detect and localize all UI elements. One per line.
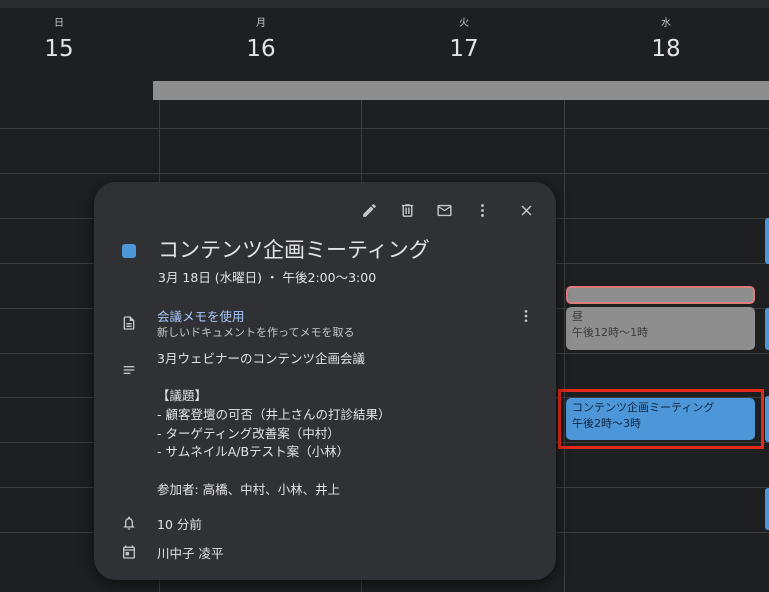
event-chip-edge[interactable] xyxy=(765,218,769,264)
top-strip xyxy=(0,0,769,8)
more-vert-icon xyxy=(524,310,528,322)
meeting-notes-subtitle: 新しいドキュメントを作ってメモを取る xyxy=(157,326,355,339)
day-header-tue[interactable]: 火 17 xyxy=(404,14,524,64)
description-line: - 顧客登壇の可否（井上さんの打診結果） xyxy=(157,407,391,423)
all-day-event-bar[interactable] xyxy=(153,81,769,100)
description-line xyxy=(157,462,391,481)
event-title: コンテンツ企画ミーティング xyxy=(158,238,430,262)
event-chip-untitled[interactable] xyxy=(566,286,755,304)
grid-line xyxy=(0,173,769,174)
document-icon xyxy=(120,314,138,332)
day-number[interactable]: 16 xyxy=(201,34,321,64)
day-of-week: 月 xyxy=(256,18,266,29)
email-guests-button[interactable] xyxy=(432,198,456,222)
day-of-week: 日 xyxy=(54,18,64,29)
day-number[interactable]: 17 xyxy=(404,34,524,64)
event-description: 3月ウェビナーのコンテンツ企画会議 【議題】 - 顧客登壇の可否（井上さんの打診… xyxy=(157,350,391,500)
description-line: 【議題】 xyxy=(157,388,208,404)
grid-column-line xyxy=(564,100,565,592)
mail-icon xyxy=(436,204,452,216)
more-options-button[interactable] xyxy=(470,198,494,222)
day-header-mon[interactable]: 月 16 xyxy=(201,14,321,64)
calendar-icon xyxy=(120,543,138,561)
description-line: 参加者: 高橋、中村、小林、井上 xyxy=(157,481,341,497)
day-of-week: 火 xyxy=(459,18,469,29)
event-chip-edge[interactable] xyxy=(765,308,769,350)
use-meeting-notes-link[interactable]: 会議メモを使用 xyxy=(157,306,245,325)
day-number[interactable]: 18 xyxy=(606,34,726,64)
day-of-week: 水 xyxy=(661,18,671,29)
bell-icon xyxy=(120,514,138,532)
calendar-owner: 川中子 凌平 xyxy=(157,546,224,561)
event-chip-edge[interactable] xyxy=(765,396,769,442)
selection-highlight xyxy=(558,389,764,449)
delete-button[interactable] xyxy=(395,198,419,222)
more-vert-icon xyxy=(480,203,484,217)
reminder-text: 10 分前 xyxy=(157,517,202,532)
description-line: - サムネイルA/Bテスト案（小林） xyxy=(157,444,350,460)
description-line: 3月ウェビナーのコンテンツ企画会議 xyxy=(157,351,365,366)
trash-icon xyxy=(401,203,413,217)
day-number[interactable]: 15 xyxy=(0,34,119,64)
event-detail-popup: コンテンツ企画ミーティング 3月 18日 (水曜日) ・ 午後2:00～3:00… xyxy=(94,182,556,580)
edit-button[interactable] xyxy=(357,198,381,222)
event-chip-title: 昼 xyxy=(572,310,583,323)
description-line xyxy=(157,369,391,388)
event-color-swatch xyxy=(122,244,136,258)
event-chip-lunch[interactable]: 昼 午後12時～1時 xyxy=(566,307,755,350)
event-chip-time: 午後12時～1時 xyxy=(572,326,648,339)
day-header-wed[interactable]: 水 18 xyxy=(606,14,726,64)
event-datetime: 3月 18日 (水曜日) ・ 午後2:00～3:00 xyxy=(158,270,377,285)
description-icon xyxy=(120,361,138,379)
grid-line xyxy=(0,128,769,129)
notes-more-button[interactable] xyxy=(516,306,536,326)
event-chip-edge[interactable] xyxy=(765,488,769,530)
day-header-sun[interactable]: 日 15 xyxy=(0,14,119,64)
close-button[interactable] xyxy=(514,198,538,222)
pencil-icon xyxy=(362,203,376,217)
description-line: - ターゲティング改善案（中村） xyxy=(157,425,340,441)
close-icon xyxy=(521,205,531,215)
